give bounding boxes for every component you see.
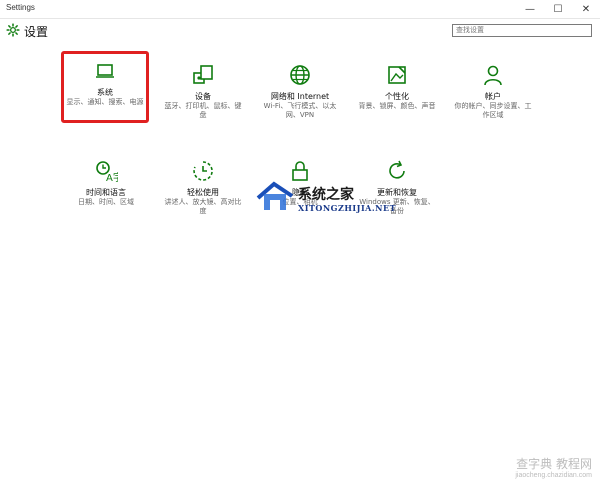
tile-description: 你的帐户、同步设置、工作区域 [454,102,532,119]
tile-label: 帐户 [485,92,501,101]
tile-devices[interactable]: 设备 蓝牙、打印机、鼠标、键盘 [159,55,247,127]
watermark-chazidian: 查字典 教程网 jiaocheng.chazidian.com [470,455,596,483]
tile-label: 网络和 Internet [270,92,330,101]
minimize-button[interactable]: — [516,0,544,18]
gear-icon [6,23,20,37]
ease-of-access-icon [193,161,213,181]
tile-description: 蓝牙、打印机、鼠标、键盘 [164,102,242,119]
watermark-site: XITONGZHIJIA.NET [298,203,397,213]
tile-description: 日期、时间、区域 [78,198,134,206]
close-button[interactable]: ✕ [572,0,600,18]
minimize-icon: — [525,3,535,15]
title-bar: Settings — ☐ ✕ [0,0,600,19]
svg-text:A字: A字 [106,171,118,183]
window-title: Settings [6,3,35,12]
watermark-xitongzhijia: 系统之家 XITONGZHIJIA.NET [252,176,442,216]
close-icon: ✕ [581,3,591,15]
tile-label: 系统 [97,88,113,97]
personalization-icon [388,66,406,84]
tile-ease-of-access[interactable]: 轻松使用 讲述人、放大镜、高对比度 [159,151,247,223]
tile-label: 轻松使用 [187,188,219,197]
laptop-icon [96,64,114,78]
tile-description: 讲述人、放大镜、高对比度 [164,198,242,215]
watermark-title: 系统之家 [298,187,354,203]
maximize-button[interactable]: ☐ [544,0,572,18]
tile-accounts[interactable]: 帐户 你的帐户、同步设置、工作区域 [449,55,537,127]
tile-description: 显示、通知、搜索、电源 [66,98,144,106]
time-language-icon: A字 [96,161,118,183]
tile-description: 背景、锁屏、颜色、声音 [358,102,436,110]
watermark-logo-icon [256,181,294,210]
tile-time-language[interactable]: A字 时间和语言 日期、时间、区域 [62,151,150,223]
tile-label: 时间和语言 [86,188,126,197]
tile-description: Wi-Fi、飞行模式、以太网、VPN [263,102,337,119]
maximize-icon: ☐ [553,3,563,15]
tile-label: 个性化 [385,92,409,101]
globe-icon [290,65,310,85]
tile-network[interactable]: 网络和 Internet Wi-Fi、飞行模式、以太网、VPN [256,55,344,127]
tile-system[interactable]: 系统 显示、通知、搜索、电源 [61,51,149,123]
page-title: 设置 [24,25,49,39]
person-icon [484,65,502,86]
watermark-title: 查字典 教程网 [516,457,592,471]
watermark-site: jiaocheng.chazidian.com [515,472,592,479]
devices-icon [193,65,213,84]
tile-personalization[interactable]: 个性化 背景、锁屏、颜色、声音 [353,55,441,127]
tile-label: 设备 [195,92,211,101]
search-input[interactable] [452,24,592,37]
